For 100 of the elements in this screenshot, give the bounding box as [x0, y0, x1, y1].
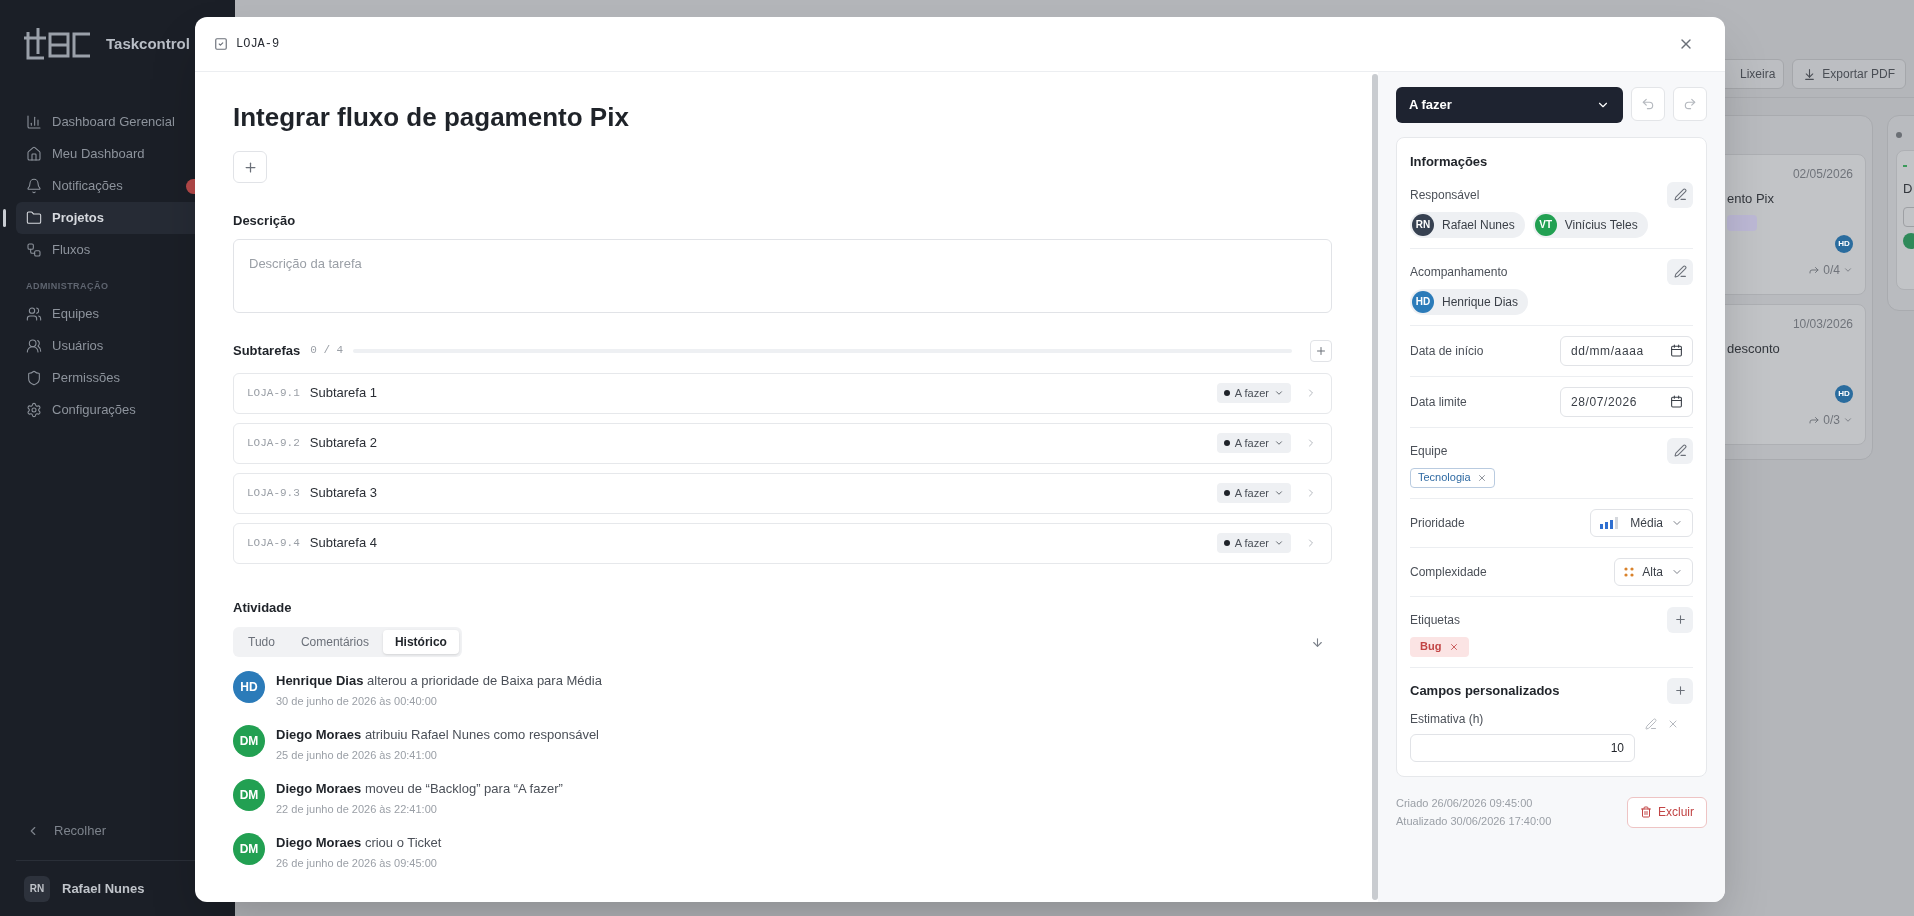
edit-button[interactable]	[1667, 181, 1693, 208]
sidebar-item[interactable]: Equipes	[16, 297, 235, 330]
edit-button[interactable]	[1667, 258, 1693, 285]
subtask-id: LOJA-9.2	[247, 435, 300, 451]
nav-icon	[26, 305, 42, 322]
edit-button[interactable]	[1667, 437, 1693, 464]
nav-icon	[26, 242, 42, 258]
redo-icon	[1683, 97, 1697, 111]
updated-date: Atualizado 30/06/2026 17:40:00	[1396, 814, 1552, 829]
pencil-icon	[1673, 188, 1687, 201]
tab[interactable]: Comentários	[288, 630, 381, 654]
subtask-id: LOJA-9.4	[247, 535, 300, 551]
person-chip[interactable]: VT Vinícius Teles	[1532, 211, 1648, 238]
plus-icon	[1673, 684, 1687, 697]
brand-name: Taskcontrol	[106, 33, 190, 54]
avatar: DM	[233, 779, 265, 811]
subtask-row[interactable]: LOJA-9.2 Subtarefa 2 A fazer	[233, 422, 1332, 464]
person-chip[interactable]: RN Rafael Nunes	[1410, 211, 1525, 238]
subtask-row[interactable]: LOJA-9.1 Subtarefa 1 A fazer	[233, 372, 1332, 414]
subtask-id: LOJA-9.3	[247, 485, 300, 501]
priority-select[interactable]: Média	[1590, 508, 1693, 537]
sidebar-item[interactable]: Permissões	[16, 361, 235, 394]
scrollbar[interactable]	[1372, 74, 1378, 900]
field-label: Etiquetas	[1410, 611, 1461, 629]
plus-icon	[242, 159, 258, 175]
nav-icon	[26, 114, 42, 130]
person-chip[interactable]: HD Henrique Dias	[1410, 288, 1529, 315]
avatar: HD	[1835, 234, 1853, 253]
status-chip[interactable]: A fazer	[1216, 533, 1291, 553]
undo-button[interactable]	[1631, 87, 1665, 121]
nav-icon	[26, 178, 42, 194]
input-field[interactable]: 10	[1410, 733, 1635, 762]
description-field[interactable]: Descrição da tarefa	[233, 238, 1332, 313]
card-date: 10/03/2026	[1792, 316, 1853, 333]
activity-time: 30 de junho de 2026 às 00:40:00	[276, 693, 438, 709]
dots-icon	[1624, 566, 1635, 577]
card-title: desconto	[1727, 340, 1781, 358]
tab[interactable]: Tudo	[236, 630, 287, 654]
nav-icon	[26, 401, 42, 418]
card-title: D	[1903, 180, 1914, 198]
activity-text: Diego Moraes moveu de “Backlog” para “A fazer”	[276, 780, 563, 798]
progress-mark	[1903, 165, 1907, 167]
avatar: RN	[1412, 213, 1434, 236]
add-button[interactable]	[1667, 677, 1693, 704]
close-icon	[1476, 472, 1487, 483]
status-chip[interactable]: A fazer	[1216, 383, 1291, 403]
avatar: HD	[233, 671, 265, 703]
redo-button[interactable]	[1673, 87, 1707, 121]
calendar-icon[interactable]	[1670, 344, 1683, 357]
status-chip[interactable]: A fazer	[1216, 483, 1291, 503]
label-tag[interactable]: Bug	[1410, 636, 1470, 657]
add-button[interactable]	[233, 151, 267, 183]
activity-text: Diego Moraes atribuiu Rafael Nunes como responsável	[276, 726, 599, 744]
section-title: Informações	[1410, 153, 1489, 171]
date-field[interactable]: dd/mm/aaaa	[1560, 335, 1693, 366]
field-label: Equipe	[1410, 442, 1448, 460]
delete-button[interactable]: Excluir	[1627, 796, 1707, 828]
status-chip[interactable]: A fazer	[1216, 433, 1291, 453]
sidebar-item[interactable]: Meu Dashboard	[16, 138, 235, 170]
trash-icon	[1640, 806, 1652, 818]
subtask-row[interactable]: LOJA-9.4 Subtarefa 4 A fazer	[233, 522, 1332, 564]
undo-icon	[1641, 97, 1655, 111]
status-select[interactable]: A fazer	[1396, 87, 1623, 123]
subtask-title: Subtarefa 3	[309, 484, 378, 503]
complexity-select[interactable]: Alta	[1614, 557, 1693, 586]
sidebar-item[interactable]: Dashboard Gerencial	[16, 106, 235, 138]
pencil-icon	[1673, 265, 1687, 278]
team-tag[interactable]: Tecnologia	[1410, 467, 1495, 488]
section-title: Atividade	[233, 598, 293, 617]
task-title: Integrar fluxo de pagamento Pix	[233, 101, 630, 134]
caret-icon	[1274, 438, 1284, 448]
nav-icon	[26, 146, 42, 162]
field-label: Responsável	[1410, 186, 1480, 204]
sort-icon[interactable]	[1311, 635, 1324, 649]
field-label: Prioridade	[1410, 514, 1465, 532]
tab[interactable]: Histórico	[382, 630, 459, 654]
section-title: Subtarefas	[233, 341, 301, 360]
avatar: DM	[233, 833, 265, 865]
activity-time: 22 de junho de 2026 às 22:41:00	[276, 801, 438, 817]
activity-text: Henrique Dias alterou a prioridade de Baixa para Média	[276, 672, 602, 690]
nav-icon	[26, 337, 42, 354]
calendar-icon[interactable]	[1670, 395, 1683, 408]
collapse-button[interactable]: Recolher	[26, 816, 235, 846]
field-label: Data limite	[1410, 393, 1467, 411]
activity-time: 25 de junho de 2026 às 20:41:00	[276, 747, 438, 763]
add-button[interactable]	[1310, 339, 1332, 362]
checkbox-icon	[214, 37, 228, 51]
plus-icon	[1315, 344, 1327, 357]
sidebar-item[interactable]: Fluxos	[16, 234, 235, 266]
sidebar-item[interactable]: Notificações	[16, 170, 235, 202]
subtask-row[interactable]: LOJA-9.3 Subtarefa 3 A fazer	[233, 472, 1332, 514]
pencil-icon[interactable]	[1645, 717, 1657, 730]
add-button[interactable]	[1667, 606, 1693, 633]
caret-icon	[1274, 388, 1284, 398]
date-field[interactable]: 28/07/2026	[1560, 386, 1693, 417]
nav-icon	[26, 210, 42, 226]
task-card[interactable]: D	[1896, 150, 1914, 290]
toolbar-button[interactable]: Exportar PDF	[1792, 59, 1906, 89]
avatar: HD	[1412, 290, 1434, 313]
sidebar-item[interactable]: Configurações	[16, 393, 235, 426]
